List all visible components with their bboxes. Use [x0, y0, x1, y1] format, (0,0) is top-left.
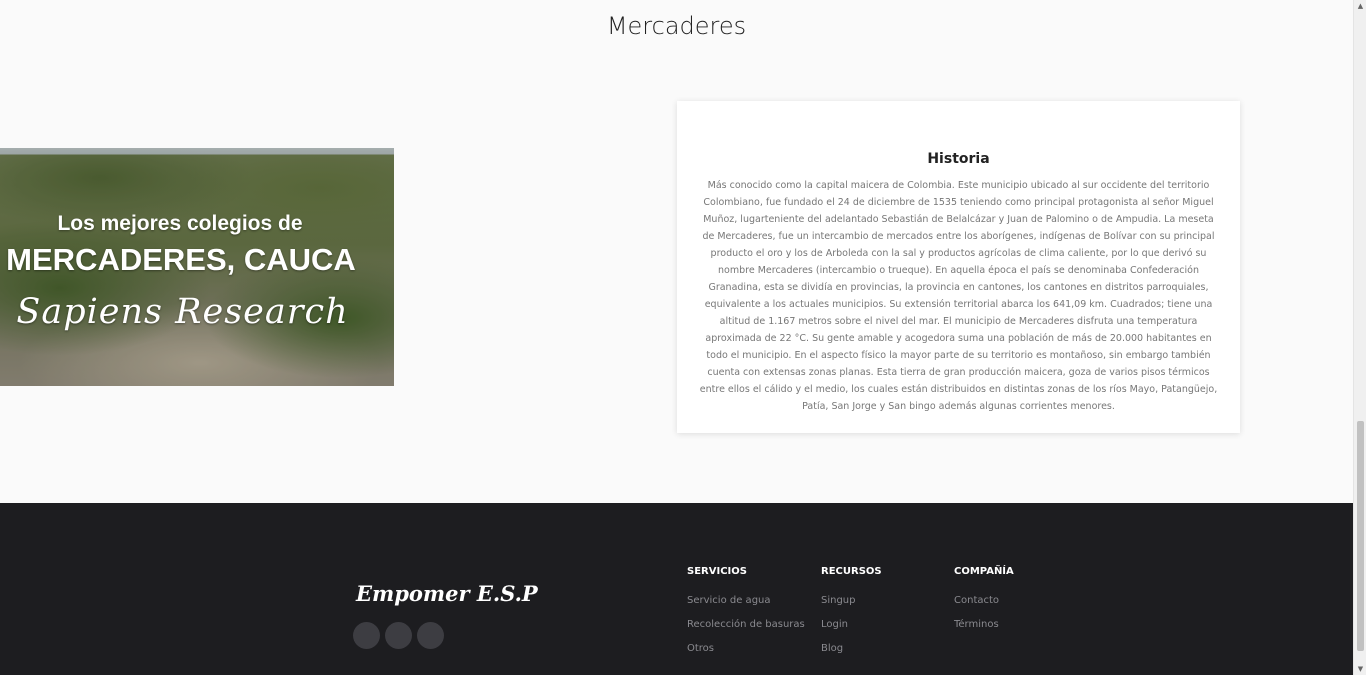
footer-link-terminos[interactable]: Términos — [954, 619, 1014, 630]
footer-column-title: RECURSOS — [821, 566, 882, 577]
historia-title: Historia — [927, 151, 990, 167]
footer-link-recoleccion-basuras[interactable]: Recolección de basuras — [687, 619, 805, 630]
social-links — [353, 622, 444, 649]
vertical-scrollbar[interactable]: ▲ ▼ — [1353, 0, 1366, 675]
footer-column-title: SERVICIOS — [687, 566, 747, 577]
page-title: Mercaderes — [606, 12, 747, 40]
scrollbar-thumb[interactable] — [1357, 421, 1364, 651]
hero-line-1: Los mejores colegios de — [57, 212, 303, 235]
social-icon-1[interactable] — [353, 622, 380, 649]
hero-line-3: Sapiens Research — [16, 292, 349, 332]
footer-link-contacto[interactable]: Contacto — [954, 595, 1014, 606]
footer-link-singup[interactable]: Singup — [821, 595, 882, 606]
hero-line-2: MERCADERES, CAUCA — [6, 242, 356, 277]
scroll-down-arrow-icon[interactable]: ▼ — [1354, 663, 1366, 675]
footer-link-servicio-agua[interactable]: Servicio de agua — [687, 595, 805, 606]
social-icon-2[interactable] — [385, 622, 412, 649]
scroll-up-arrow-icon[interactable]: ▲ — [1354, 0, 1366, 12]
footer-link-blog[interactable]: Blog — [821, 643, 882, 654]
footer-column-recursos: RECURSOS Singup Login Blog — [821, 566, 882, 667]
page: Mercaderes Los mejores colegios de MERCA… — [0, 0, 1353, 675]
historia-card: Historia Más conocido como la capital ma… — [677, 101, 1240, 433]
footer-column-compania: COMPAÑÍA Contacto Términos — [954, 566, 1014, 643]
footer-column-title: COMPAÑÍA — [954, 566, 1014, 577]
footer: Empomer E.S.P SERVICIOS Servicio de agua… — [0, 503, 1353, 675]
footer-link-login[interactable]: Login — [821, 619, 882, 630]
historia-text: Más conocido como la capital maicera de … — [699, 180, 1218, 412]
footer-brand: Empomer E.S.P — [356, 581, 538, 606]
footer-link-otros[interactable]: Otros — [687, 643, 805, 654]
footer-column-servicios: SERVICIOS Servicio de agua Recolección d… — [687, 566, 805, 667]
hero-banner-image: Los mejores colegios de MERCADERES, CAUC… — [0, 148, 394, 386]
social-icon-3[interactable] — [417, 622, 444, 649]
